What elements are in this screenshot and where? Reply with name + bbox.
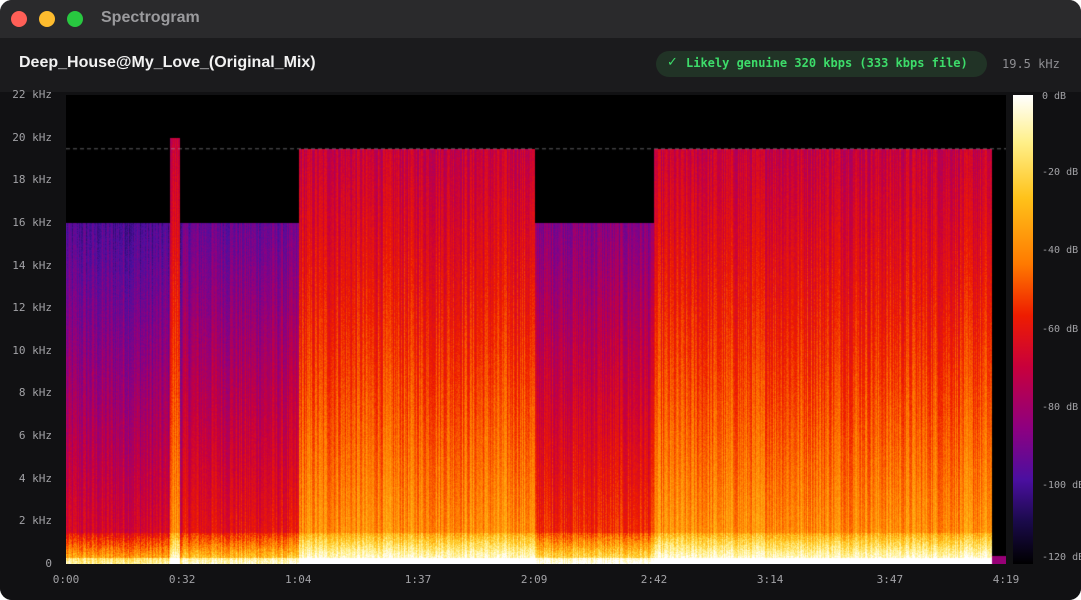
y-tick-label: 4 kHz: [18, 471, 52, 485]
cutoff-frequency: 19.5 kHz: [1002, 57, 1060, 71]
checkmark-icon: ✓: [667, 55, 678, 70]
x-tick-label: 4:19: [992, 573, 1020, 586]
window-title: Spectrogram: [101, 9, 200, 26]
maximize-button[interactable]: [67, 11, 83, 27]
title-bar[interactable]: Spectrogram: [0, 0, 1081, 38]
verdict-badge: ✓ Likely genuine 320 kbps (333 kbps file…: [656, 51, 987, 77]
x-tick-label: 1:37: [404, 573, 432, 586]
y-tick-label: 20 kHz: [12, 130, 52, 144]
colorbar-tick-label: -100 dB: [1042, 479, 1081, 491]
x-tick-label: 3:14: [756, 573, 784, 586]
colorbar-tick-label: -60 dB: [1042, 323, 1079, 335]
y-tick-label: 8 kHz: [18, 386, 52, 400]
x-tick-label: 0:00: [52, 573, 80, 586]
y-tick-label: 10 kHz: [12, 343, 52, 357]
x-tick-label: 2:42: [640, 573, 668, 586]
y-tick-label: 6 kHz: [18, 429, 52, 443]
y-tick-label: 18 kHz: [12, 173, 52, 187]
colorbar-tick-label: -40 dB: [1042, 245, 1079, 257]
colorbar-tick-label: 0 dB: [1042, 91, 1067, 102]
x-tick-label: 1:04: [285, 573, 312, 586]
spectrogram-canvas[interactable]: [66, 95, 1006, 564]
y-tick-label: 12 kHz: [12, 301, 52, 315]
colorbar-tick-label: -20 dB: [1042, 167, 1079, 179]
minimize-button[interactable]: [39, 11, 55, 27]
y-tick-label: 16 kHz: [12, 215, 52, 229]
y-tick-label: 14 kHz: [12, 258, 52, 272]
y-tick-label: 0: [45, 557, 52, 570]
verdict-text: Likely genuine 320 kbps (333 kbps file): [686, 56, 968, 70]
file-header: Deep_House@My_Love_(Original_Mix) ✓ Like…: [0, 38, 1081, 93]
x-tick-label: 0:32: [168, 573, 196, 586]
y-tick-label: 22 kHz: [12, 88, 52, 101]
y-tick-label: 2 kHz: [18, 514, 52, 528]
close-button[interactable]: [11, 11, 27, 27]
colorbar: [1013, 95, 1033, 564]
colorbar-tick-label: -80 dB: [1042, 401, 1079, 413]
spectrogram-window: Spectrogram Deep_House@My_Love_(Original…: [0, 0, 1081, 600]
colorbar-tick-label: -120 dB: [1042, 552, 1081, 563]
file-name: Deep_House@My_Love_(Original_Mix): [19, 54, 316, 71]
x-tick-label: 2:09: [520, 573, 548, 586]
x-tick-label: 3:47: [876, 573, 904, 586]
